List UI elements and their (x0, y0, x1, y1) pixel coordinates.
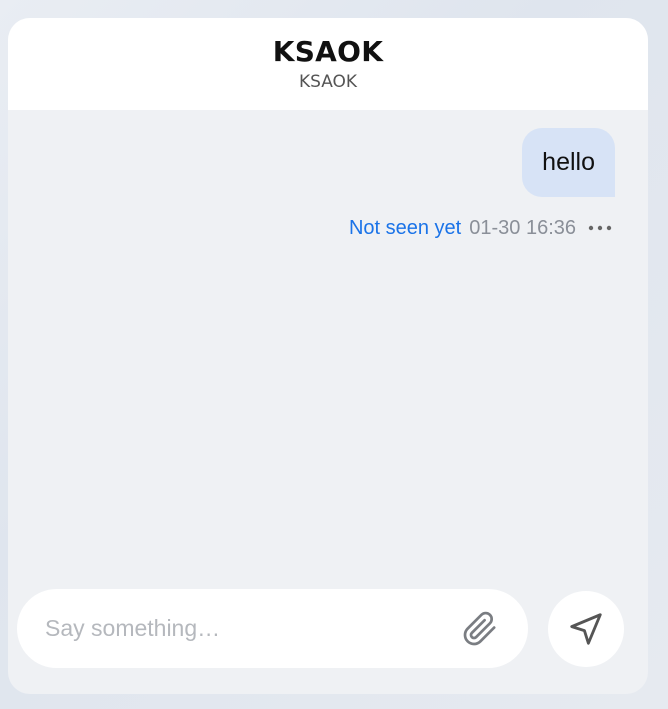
message-meta: Not seen yet 01-30 16:36 (349, 216, 612, 240)
chat-title: KSAOK (272, 35, 384, 68)
send-button[interactable] (548, 591, 624, 667)
message-bubble[interactable]: hello (522, 128, 615, 197)
message-timestamp: 01-30 16:36 (469, 216, 576, 239)
more-horizontal-icon[interactable] (588, 225, 612, 231)
message-composer (17, 589, 528, 668)
chat-subtitle: KSAOK (298, 72, 358, 92)
send-icon (567, 610, 605, 648)
chat-header: KSAOK KSAOK (8, 18, 648, 110)
read-status: Not seen yet (348, 216, 462, 239)
message-input[interactable] (45, 607, 455, 649)
paperclip-icon[interactable] (460, 610, 500, 648)
